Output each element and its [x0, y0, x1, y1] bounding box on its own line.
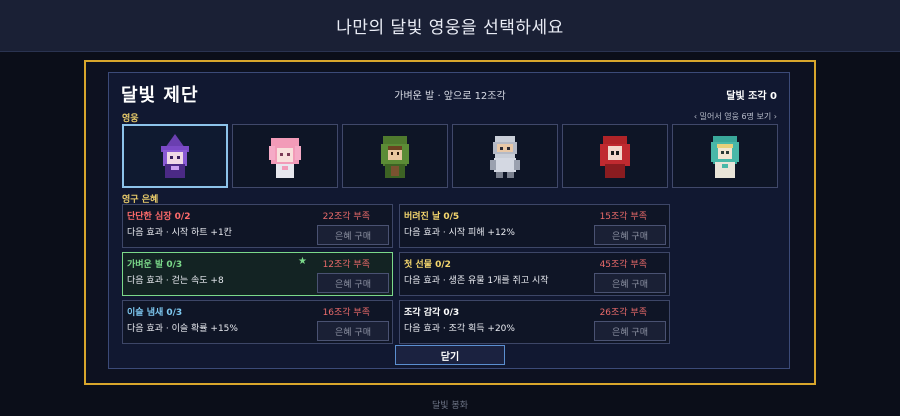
hero-card-green-hood[interactable] — [342, 124, 448, 188]
blessing-cost: 26조각 부족 — [599, 308, 647, 318]
blessing-cost: 45조각 부족 — [599, 260, 647, 270]
heroes-section-label: 영웅 — [122, 114, 139, 124]
footer-label: 달빛 봉화 — [432, 401, 468, 411]
hero-list — [122, 124, 778, 188]
buy-blessing-button[interactable]: 은혜 구매 — [594, 321, 666, 341]
blessing-name: 가벼운 발 0/3 — [127, 260, 183, 270]
blessing-card-active: 가벼운 발 0/3 ★ 12조각 부족 다음 효과 · 걷는 속도 +8 은혜 … — [122, 252, 393, 296]
blessing-effect: 다음 효과 · 시작 하트 +1칸 — [127, 228, 232, 238]
blessing-effect: 다음 효과 · 생존 유물 1개를 쥐고 시작 — [404, 276, 549, 286]
blessing-cost: 15조각 부족 — [599, 212, 647, 222]
more-heroes-link[interactable]: ‹ 밀어서 영웅 6명 보기 › — [694, 111, 777, 122]
blessing-name: 첫 선물 0/2 — [404, 260, 451, 270]
purple-witch-sprite — [161, 134, 189, 178]
knight-sprite — [490, 136, 520, 178]
star-icon: ★ — [298, 256, 307, 267]
hero-card-teal-hood[interactable] — [672, 124, 778, 188]
dialog-subtitle: 가벼운 발 · 앞으로 12조각 — [394, 91, 506, 102]
pink-girl-sprite — [269, 138, 301, 178]
blessing-name: 이슬 냄새 0/3 — [127, 308, 183, 318]
blessing-name: 단단한 심장 0/2 — [127, 212, 191, 222]
blessing-effect: 다음 효과 · 이슬 확률 +15% — [127, 324, 238, 334]
screen-title: 나만의 달빛 영웅을 선택하세요 — [336, 18, 564, 38]
hero-card-red-hood[interactable] — [562, 124, 668, 188]
blessing-card: 첫 선물 0/2 45조각 부족 다음 효과 · 생존 유물 1개를 쥐고 시작… — [399, 252, 670, 296]
green-hood-sprite — [381, 136, 409, 178]
buy-blessing-button[interactable]: 은혜 구매 — [594, 273, 666, 293]
blessing-name: 버려진 날 0/5 — [404, 212, 460, 222]
teal-hood-sprite — [711, 136, 739, 178]
red-hood-sprite — [600, 136, 630, 178]
blessing-card: 단단한 심장 0/2 22조각 부족 다음 효과 · 시작 하트 +1칸 은혜 … — [122, 204, 393, 248]
blessing-effect: 다음 효과 · 조각 획득 +20% — [404, 324, 515, 334]
hero-card-pink-girl[interactable] — [232, 124, 338, 188]
moonlight-altar-dialog: 달빛 제단 가벼운 발 · 앞으로 12조각 달빛 조각 0 영웅 ‹ 밀어서 … — [108, 72, 790, 369]
hero-card-knight[interactable] — [452, 124, 558, 188]
buy-blessing-button[interactable]: 은혜 구매 — [317, 225, 389, 245]
blessing-effect: 다음 효과 · 시작 피해 +12% — [404, 228, 515, 238]
hero-card-purple-witch[interactable] — [122, 124, 228, 188]
blessing-effect: 다음 효과 · 걷는 속도 +8 — [127, 276, 224, 286]
blessing-card: 버려진 날 0/5 15조각 부족 다음 효과 · 시작 피해 +12% 은혜 … — [399, 204, 670, 248]
screen-title-bar: 나만의 달빛 영웅을 선택하세요 — [0, 0, 900, 52]
buy-blessing-button[interactable]: 은혜 구매 — [317, 273, 389, 293]
blessing-cost: 16조각 부족 — [322, 308, 370, 318]
close-button[interactable]: 닫기 — [395, 345, 505, 365]
blessing-name: 조각 감각 0/3 — [404, 308, 460, 318]
blessing-card: 이슬 냄새 0/3 16조각 부족 다음 효과 · 이슬 확률 +15% 은혜 … — [122, 300, 393, 344]
blessing-cost: 22조각 부족 — [322, 212, 370, 222]
blessing-cost: 12조각 부족 — [322, 260, 370, 270]
buy-blessing-button[interactable]: 은혜 구매 — [594, 225, 666, 245]
blessing-card: 조각 감각 0/3 26조각 부족 다음 효과 · 조각 획득 +20% 은혜 … — [399, 300, 670, 344]
buy-blessing-button[interactable]: 은혜 구매 — [317, 321, 389, 341]
shard-count: 달빛 조각 0 — [726, 91, 777, 102]
